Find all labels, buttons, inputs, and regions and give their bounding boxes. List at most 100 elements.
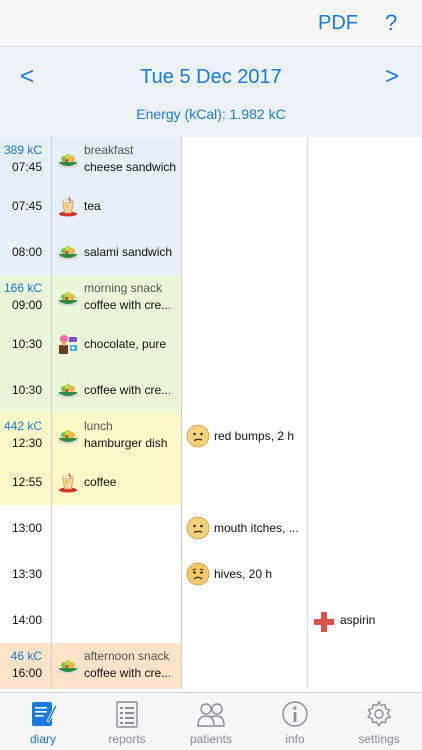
entry-time: 10:30 [11,383,42,397]
medication-cell[interactable] [308,551,422,597]
medication-cell[interactable] [308,183,422,229]
food-cell[interactable] [52,505,182,551]
sweets-icon [56,332,80,356]
medication-cell[interactable] [308,137,422,183]
symptom-cell[interactable]: hives, 20 h [182,551,308,597]
tab-diary[interactable]: diary [1,693,85,750]
medication-cell[interactable]: aspirin [308,597,422,643]
food-cell[interactable] [52,597,182,643]
tab-patients[interactable]: patients [169,693,253,750]
symptom-cell[interactable] [182,597,308,643]
food-cell[interactable]: afternoon snack coffee with cre... [52,643,182,689]
diary-row[interactable]: 14:00 aspirin [0,597,422,643]
worried-face-icon [186,562,210,586]
time-cell[interactable]: 442 kC 12:30 [0,413,52,459]
salad-icon [56,378,80,402]
food-name: cheese sandwich [84,160,177,174]
food-cell[interactable]: morning snack coffee with cre... [52,275,182,321]
medication-cell[interactable] [308,643,422,689]
entry-time: 10:30 [11,337,42,351]
medication-cell[interactable] [308,413,422,459]
symptom-cell[interactable] [182,643,308,689]
symptom-cell[interactable] [182,367,308,413]
tab-label: reports [108,732,146,746]
food-cell[interactable]: chocolate, pure [52,321,182,367]
next-day-button[interactable]: > [385,63,399,91]
top-navigation-bar: PDF ? [0,0,422,47]
symptom-cell[interactable] [182,137,308,183]
food-cell[interactable]: coffee [52,459,182,505]
medication-cell[interactable] [308,321,422,367]
time-cell[interactable]: 46 kC 16:00 [0,643,52,689]
symptom-cell[interactable] [182,321,308,367]
diary-entry-list[interactable]: 389 kC 07:45 breakfast cheese sandwich 07:45… [0,137,422,692]
diary-row[interactable]: 07:45 tea [0,183,422,229]
symptom-cell[interactable] [182,183,308,229]
tab-info[interactable]: info [253,693,337,750]
entry-time: 14:00 [11,613,42,627]
diary-row[interactable]: 442 kC 12:30 lunch hamburger dish red bumps,… [0,413,422,459]
food-cell[interactable]: coffee with cre... [52,367,182,413]
entry-time: 07:45 [11,199,42,213]
diary-row[interactable]: 389 kC 07:45 breakfast cheese sandwich [0,137,422,183]
salad-icon [56,654,80,678]
energy-kc: 389 kC [3,143,42,157]
diary-row[interactable]: 13:30 hives, 20 h [0,551,422,597]
symptom-cell[interactable]: mouth itches, ... [182,505,308,551]
tab-label: diary [29,732,56,746]
tab-bar: diary reports patients info settings [0,692,422,750]
diary-row[interactable]: 46 kC 16:00 afternoon snack coffee with cre… [0,643,422,689]
food-cell[interactable]: lunch hamburger dish [52,413,182,459]
food-cell[interactable]: salami sandwich [52,229,182,275]
food-cell[interactable]: breakfast cheese sandwich [52,137,182,183]
medication-cell[interactable] [308,275,422,321]
time-cell[interactable]: 166 kC 09:00 [0,275,52,321]
symptom-cell[interactable] [182,275,308,321]
medication-cell[interactable] [308,229,422,275]
diary-row[interactable]: 10:30 chocolate, pure [0,321,422,367]
help-button[interactable]: ? [385,10,397,36]
meal-category: afternoon snack [84,649,170,663]
entry-time: 12:30 [11,436,42,450]
current-date: Tue 5 Dec 2017 [140,66,282,88]
time-cell[interactable]: 389 kC 07:45 [0,137,52,183]
entry-time: 07:45 [11,160,42,174]
time-cell[interactable]: 12:55 [0,459,52,505]
tab-reports[interactable]: reports [85,693,169,750]
food-cell[interactable] [52,551,182,597]
time-cell[interactable]: 10:30 [0,367,52,413]
medication-cell[interactable] [308,367,422,413]
time-cell[interactable]: 08:00 [0,229,52,275]
tab-settings[interactable]: settings [337,693,421,750]
medication-cell[interactable] [308,459,422,505]
food-name: coffee with cre... [84,666,172,680]
diary-row[interactable]: 13:00 mouth itches, ... [0,505,422,551]
food-name: chocolate, pure [84,337,167,351]
time-cell[interactable]: 07:45 [0,183,52,229]
entry-time: 09:00 [11,298,42,312]
salad-icon [56,148,80,172]
time-cell[interactable]: 13:00 [0,505,52,551]
time-cell[interactable]: 14:00 [0,597,52,643]
meal-category: lunch [84,419,113,433]
food-name: coffee with cre... [84,298,172,312]
time-cell[interactable]: 13:30 [0,551,52,597]
entry-time: 16:00 [11,666,42,680]
symptom-cell[interactable]: red bumps, 2 h [182,413,308,459]
food-name: hamburger dish [84,436,168,450]
pdf-button[interactable]: PDF [318,12,358,35]
diary-row[interactable]: 10:30 coffee with cre... [0,367,422,413]
tab-label: patients [189,732,233,746]
diary-row[interactable]: 08:00 salami sandwich [0,229,422,275]
energy-kc: 442 kC [3,419,42,433]
energy-total: Energy (kCal): 1.982 kC [136,106,286,122]
food-cell[interactable]: tea [52,183,182,229]
time-cell[interactable]: 10:30 [0,321,52,367]
medication-cell[interactable] [308,505,422,551]
meal-category: morning snack [84,281,163,295]
diary-row[interactable]: 166 kC 09:00 morning snack coffee with cre.… [0,275,422,321]
salad-icon [56,286,80,310]
diary-row[interactable]: 12:55 coffee [0,459,422,505]
symptom-cell[interactable] [182,229,308,275]
symptom-cell[interactable] [182,459,308,505]
